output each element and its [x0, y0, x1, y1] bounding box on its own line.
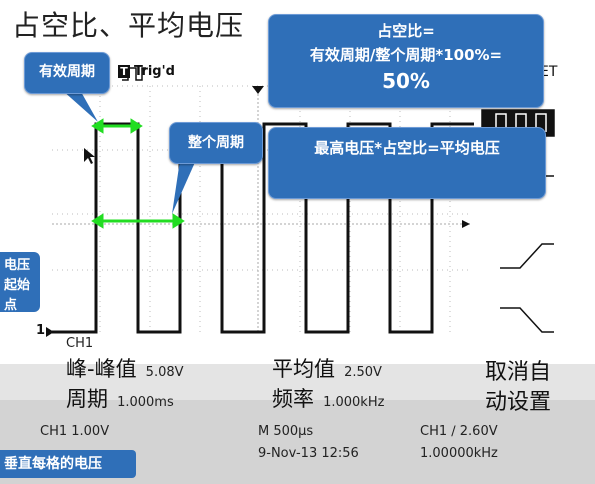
- callout-voltage-start: 电压 起始点: [0, 252, 40, 313]
- pk2pk-label: 峰-峰值: [66, 357, 137, 381]
- freq-label: 频率: [272, 387, 314, 411]
- measure-mean: 平均值 2.50V: [272, 353, 382, 383]
- period-label: 周期: [66, 387, 108, 411]
- trig-icon: T: [118, 65, 130, 78]
- pk2pk-value: 5.08V: [145, 365, 184, 380]
- ch1-ground-arrow-icon: [46, 327, 54, 337]
- measure-pk2pk: 峰-峰值 5.08V: [66, 353, 184, 383]
- trigger-level-arrow-icon: [462, 220, 470, 228]
- date-time: 9-Nov-13 12:56: [258, 446, 359, 461]
- voltage-start-line2: 起始点: [4, 278, 31, 313]
- callout-full-period: 整个周期: [169, 122, 263, 164]
- cancel-autoset-line2: 动设置: [485, 390, 552, 415]
- trigger-position-arrow-icon: [252, 86, 264, 94]
- mouse-cursor-icon: [84, 148, 95, 164]
- freq-value: 1.000kHz: [323, 395, 385, 410]
- callout-effective-period: 有效周期: [24, 52, 110, 94]
- measure-frequency: 频率 1.000kHz: [272, 383, 384, 413]
- measure-period: 周期 1.000ms: [66, 383, 174, 413]
- duty-line2: 有效周期/整个周期*100%=: [309, 46, 503, 64]
- voltage-start-line1: 电压: [4, 258, 31, 273]
- period-value: 1.000ms: [117, 395, 174, 410]
- callout-average-voltage: 最高电压*占空比=平均电压: [268, 127, 546, 199]
- callout-vertical-grid-voltage: 垂直每格的电压: [0, 450, 136, 478]
- channel-marker: 1: [36, 323, 46, 338]
- callout-duty-cycle: 占空比= 有效周期/整个周期*100%= 50%: [268, 14, 544, 108]
- cancel-autoset-line1: 取消自: [485, 360, 552, 385]
- trigger-frequency: 1.00000kHz: [420, 446, 498, 461]
- cancel-autoset-button[interactable]: 取消自 动设置: [485, 358, 551, 418]
- trig-label: Trig'd: [134, 64, 175, 79]
- ch1-volts-div: CH1 1.00V: [40, 424, 110, 439]
- duty-value: 50%: [382, 69, 430, 93]
- trigger-setting: CH1 ∕ 2.60V: [420, 424, 498, 439]
- duty-line1: 占空比=: [377, 22, 435, 40]
- mean-value: 2.50V: [344, 365, 382, 380]
- timebase: M 500µs: [258, 424, 314, 439]
- mean-label: 平均值: [272, 357, 335, 381]
- trigger-status: T Trig'd: [118, 64, 175, 79]
- measure-channel: CH1: [66, 336, 94, 351]
